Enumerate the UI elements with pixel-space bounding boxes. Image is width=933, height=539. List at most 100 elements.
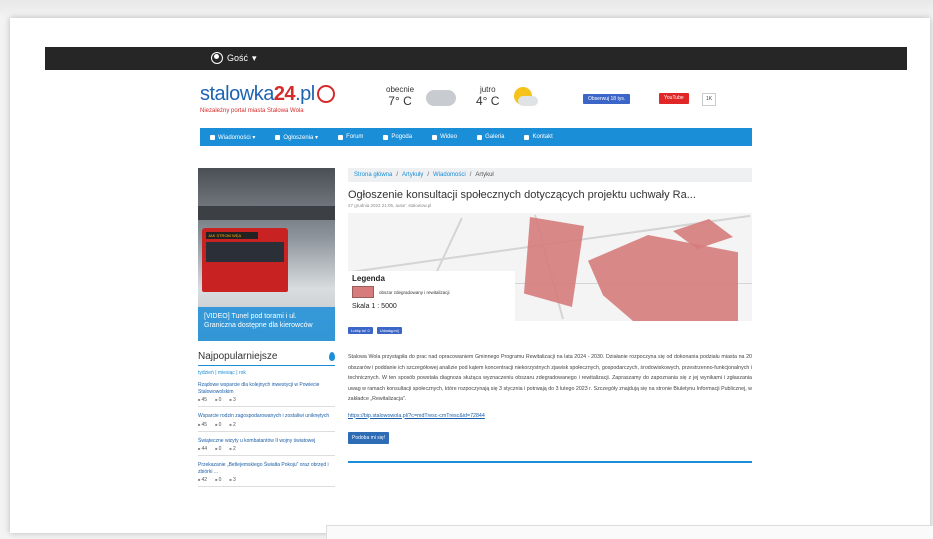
site-tagline: Niezależny portal miasta Stalowa Wola [200,108,304,114]
stat-likes: 3 [229,477,236,483]
popular-list: Rządowe wsparcie dla kolejnych inwestycj… [198,382,335,487]
nav-item-ads[interactable]: Ogłoszenia ▾ [275,134,318,141]
main-nav: Wiadomości ▾ Ogłoszenia ▾ Forum Pogoda W… [200,128,752,146]
logo-number: 24 [273,83,296,105]
user-label: Gość [227,53,249,63]
breadcrumb-sep: / [396,172,399,178]
breadcrumb-sep: / [427,172,430,178]
logo-text: stalowka [200,83,274,105]
legend-row: obszar zdegradowany i rewitalizacji [352,286,511,298]
bus-image: JAK STROM WĘA [202,228,288,292]
legend-label: obszar zdegradowany i rewitalizacji [379,289,450,295]
stat-comments: 0 [215,477,222,483]
site-header: stalowka24.pl Niezależny portal miasta S… [200,80,720,122]
stat-likes: 2 [229,422,236,428]
stat-comments: 0 [215,397,222,403]
breadcrumb-articles[interactable]: Artykuły [402,172,423,178]
article-divider [348,460,752,463]
promo-caption[interactable]: [VIDEO] Tunel pod torami i ul. Graniczna… [198,307,335,341]
nav-label: Wiadomości ▾ [218,134,256,141]
nav-label: Galeria [485,134,505,140]
nav-label: Forum [346,134,364,140]
stat-views: 45 [198,397,208,403]
nav-label: Kontakt [532,134,553,140]
flame-icon [329,352,335,361]
popular-item-stats: 45 0 2 [198,422,335,432]
popular-item-stats: 42 0 3 [198,477,335,487]
stat-views: 44 [198,446,208,452]
popular-heading: Najpopularniejsze [198,351,335,366]
nav-item-gallery[interactable]: Galeria [477,134,504,140]
popular-item[interactable]: Świąteczne wizyty u kombatantów II wojny… [198,438,335,445]
breadcrumb-home[interactable]: Strona główna [354,172,392,178]
weather-now-label: obecnie [386,85,415,94]
breadcrumb-news[interactable]: Wiadomości [433,172,466,178]
stat-views: 45 [198,422,208,428]
list-icon [210,134,215,140]
stat-views: 42 [198,477,208,483]
weather-now: obecnie 7° C [386,85,414,108]
popular-item[interactable]: Przekazanie „Betlejemskiego Światła Poko… [198,462,335,475]
user-menu[interactable]: Gość ▾ [211,52,257,64]
article-link[interactable]: https://bip.stalowowola.pl/?c=mdTresc-cm… [348,413,752,419]
breadcrumb-current: Artykuł [475,172,494,178]
popular-item-stats: 44 0 2 [198,446,335,456]
stat-comments: 0 [215,422,222,428]
youtube-button[interactable]: YouTube [659,93,689,104]
nav-item-forum[interactable]: Forum [338,134,363,140]
breadcrumb: Strona główna / Artykuły / Wiadomości / Art… [348,168,752,182]
site-logo[interactable]: stalowka24.pl [200,83,335,106]
nav-item-weather[interactable]: Pogoda [383,134,412,140]
logo-tld: .pl [295,83,315,105]
like-button[interactable]: Podoba mi się! [348,431,390,444]
breadcrumb-sep: / [469,172,472,178]
bus-window [206,242,284,262]
facebook-follow-button[interactable]: Obserwuj 18 tys. [583,94,631,104]
article: Strona główna / Artykuły / Wiadomości / Art… [348,168,752,463]
top-bar: Gość ▾ [45,47,907,70]
stat-comments: 0 [215,446,222,452]
video-icon [432,134,438,140]
article-body: Stalowa Wola przystąpiła do prac nad opr… [348,354,752,402]
nav-item-news[interactable]: Wiadomości ▾ [210,134,255,141]
fb-share-button[interactable]: Udostępnij [376,327,402,334]
logo-emblem-icon [316,85,335,103]
weather-tomorrow-label: jutro [479,85,496,94]
nav-item-video[interactable]: Wideo [432,134,457,140]
like-button-label: Podoba mi się! [352,434,386,441]
popular-filters[interactable]: tydzień | miesiąc | rok [198,370,335,376]
weather-tomorrow-temp: 4° C [476,94,500,108]
weather-now-temp: 7° C [388,94,412,108]
stat-likes: 3 [229,397,236,403]
popular-item[interactable]: Rządowe wsparcie dla kolejnych inwestycj… [198,382,335,395]
fb-like-button[interactable]: Lubię to! 0 [348,327,373,334]
promo-banner[interactable]: JAK STROM WĘA [VIDEO] Tunel pod torami i… [198,168,335,341]
sidebar: JAK STROM WĘA [VIDEO] Tunel pod torami i… [198,168,335,487]
envelope-icon [524,134,530,140]
stat-likes: 2 [229,446,236,452]
nav-label: Wideo [440,134,458,140]
article-map-image[interactable]: Legenda obszar zdegradowany i rewitaliza… [348,213,752,321]
nav-label: Pogoda [391,134,413,140]
legend-title: Legenda [352,274,385,283]
tunnel-roof [198,206,335,220]
nav-item-contact[interactable]: Kontakt [524,134,553,140]
camera-icon [477,134,483,140]
chevron-down-icon: ▾ [252,52,257,63]
map-legend: Legenda obszar zdegradowany i rewitaliza… [348,271,515,321]
overlay-panel-edge [326,525,933,539]
cloud-nav-icon [383,134,389,140]
weather-tomorrow: jutro 4° C [476,85,499,108]
popular-title: Najpopularniejsze [198,351,278,362]
chat-icon [338,134,344,140]
user-icon [211,52,223,64]
map-zone [588,235,738,321]
popular-item[interactable]: Wsparcie rodzin zagospodarowanych i zost… [198,413,335,420]
legend-swatch [352,286,374,298]
map-zone [524,217,584,307]
article-meta: 27 grudnia 2022 21:05, autor: stalowow.p… [348,203,432,208]
youtube-count: 1K [702,93,717,106]
social-row: Lubię to! 0 Udostępnij [348,327,752,334]
cloud-icon [426,90,456,106]
window-shadow [0,0,933,18]
